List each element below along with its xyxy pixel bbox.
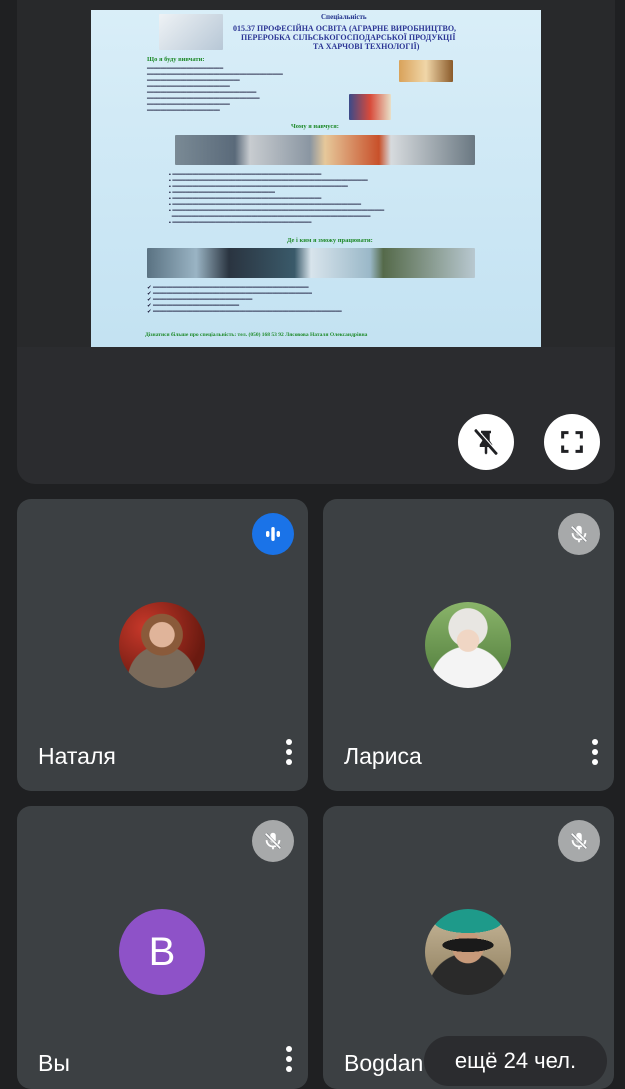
muted-indicator xyxy=(252,820,294,862)
slide-section-learn: Чому я навчуся: xyxy=(291,123,339,130)
unpin-button[interactable] xyxy=(458,414,514,470)
slide-image-strip xyxy=(147,248,475,278)
slide-title-line2: ПЕРЕРОБКА СІЛЬСЬКОГОСПОДАРСЬКОЇ ПРОДУКЦІ… xyxy=(241,33,456,42)
audio-level-icon xyxy=(266,527,280,541)
more-participants-button[interactable]: ещё 24 чел. xyxy=(424,1036,607,1086)
speaking-indicator xyxy=(252,513,294,555)
mic-off-icon xyxy=(570,832,588,850)
more-participants-label: ещё 24 чел. xyxy=(454,1048,577,1073)
participant-menu-button[interactable] xyxy=(284,739,294,771)
participant-name: Лариса xyxy=(344,743,422,769)
slide-image xyxy=(399,60,453,82)
slide-title-line3: ТА ХАРЧОВІ ТЕХНОЛОГІЇ) xyxy=(313,42,420,51)
presentation-area: Спеціальність 015.37 ПРОФЕСІЙНА ОСВІТА (… xyxy=(17,0,615,347)
avatar xyxy=(119,602,205,688)
participant-tile-natalya[interactable]: Наталя xyxy=(17,499,308,791)
presentation-tile[interactable]: Спеціальність 015.37 ПРОФЕСІЙНА ОСВІТА (… xyxy=(17,0,615,484)
slide-section-study: Що я буду вивчати: xyxy=(147,56,205,63)
slide-image xyxy=(159,14,223,50)
slide-title-line1: 015.37 ПРОФЕСІЙНА ОСВІТА (АГРАРНЕ ВИРОБН… xyxy=(233,24,457,33)
participant-tile-self[interactable]: B Вы xyxy=(17,806,308,1089)
shared-slide: Спеціальність 015.37 ПРОФЕСІЙНА ОСВІТА (… xyxy=(91,10,541,347)
slide-section-work: Де і ким я зможу працювати: xyxy=(287,237,373,244)
unpin-icon xyxy=(474,428,499,455)
mic-off-icon xyxy=(570,525,588,543)
slide-learn-list: ▪ ━━━━━━━━━━━━━━━━━━━━━━━━━━━━━━━━━━━━━━… xyxy=(169,172,385,226)
slide-study-list: ━━━━━━━━━━━━━━━━━━━━━━━ ━━━━━━━━━━━━━━━━… xyxy=(147,66,283,114)
muted-indicator xyxy=(558,820,600,862)
fullscreen-icon xyxy=(561,431,583,453)
participant-name: Вы xyxy=(38,1050,70,1076)
slide-image xyxy=(349,94,391,120)
slide-header-word: Спеціальність xyxy=(321,13,367,21)
avatar xyxy=(425,602,511,688)
muted-indicator xyxy=(558,513,600,555)
avatar xyxy=(425,909,511,995)
participant-name: Наталя xyxy=(38,743,116,769)
fullscreen-button[interactable] xyxy=(544,414,600,470)
slide-contact: Дізнатися більше про спеціальність: тел.… xyxy=(145,332,368,338)
participant-menu-button[interactable] xyxy=(284,1046,294,1078)
participant-tile-larysa[interactable]: Лариса xyxy=(323,499,614,791)
avatar-letter: B xyxy=(119,909,205,995)
avatar-initial: B xyxy=(148,929,176,974)
slide-image-strip xyxy=(175,135,475,165)
participant-name: Bogdan xyxy=(344,1050,424,1076)
mic-off-icon xyxy=(264,832,282,850)
slide-work-list: ✔ ━━━━━━━━━━━━━━━━━━━━━━━━━━━━━━━━━━━━━━… xyxy=(147,285,342,315)
participant-menu-button[interactable] xyxy=(590,739,600,771)
